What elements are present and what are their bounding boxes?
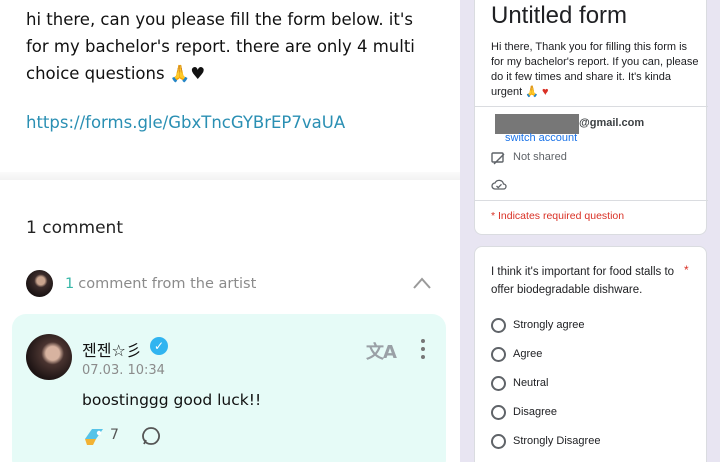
option-disagree[interactable]: Disagree xyxy=(491,404,691,422)
artist-comment-count: 1 xyxy=(65,276,75,292)
artist-comments-toggle[interactable]: 1 comment from the artist xyxy=(26,270,440,300)
comment-count: 1 comment xyxy=(26,218,123,238)
form-separator xyxy=(475,106,708,107)
switch-account-link[interactable]: switch account xyxy=(505,132,577,144)
section-divider xyxy=(0,172,460,180)
post-text: hi there, can you please fill the form b… xyxy=(26,10,415,83)
translate-icon[interactable]: 文A xyxy=(366,338,397,364)
boost-icon[interactable] xyxy=(82,425,106,447)
option-label: Strongly agree xyxy=(513,319,585,331)
reply-bubble-icon[interactable] xyxy=(140,425,162,447)
radio-button[interactable] xyxy=(491,405,506,420)
option-agree[interactable]: Agree xyxy=(491,346,691,364)
redacted-account-name xyxy=(495,114,579,134)
heart-emoji: ♥ xyxy=(542,86,549,98)
comment-date: 07.03. 10:34 xyxy=(82,363,165,378)
not-shared-icon xyxy=(491,152,505,165)
commenter-avatar[interactable] xyxy=(26,334,72,380)
form-description-text: Hi there, Thank you for filling this for… xyxy=(491,41,699,98)
verified-badge-icon: ✓ xyxy=(150,337,168,355)
comment-card: 젠젠☆彡 ✓ 07.03. 10:34 文A boostinggg good l… xyxy=(12,314,446,462)
option-strongly-disagree[interactable]: Strongly Disagree xyxy=(491,433,691,451)
not-shared-label: Not shared xyxy=(513,151,567,163)
commenter-name[interactable]: 젠젠☆彡 xyxy=(82,337,142,361)
artist-comment-text: comment from the artist xyxy=(78,276,257,292)
radio-button[interactable] xyxy=(491,376,506,391)
option-label: Agree xyxy=(513,348,543,360)
more-options-icon[interactable] xyxy=(420,339,426,361)
radio-button[interactable] xyxy=(491,434,506,449)
option-strongly-agree[interactable]: Strongly agree xyxy=(491,317,691,335)
option-label: Disagree xyxy=(513,406,558,418)
cloud-saved-icon xyxy=(491,179,507,190)
question-text: I think it's important for food stalls t… xyxy=(491,266,675,296)
boost-count: 7 xyxy=(110,427,119,443)
form-pane: Untitled form Hi there, Thank you for fi… xyxy=(460,0,720,462)
form-link[interactable]: https://forms.gle/GbxTncGYBrEP7vaUA xyxy=(26,113,345,132)
post-pane: hi there, can you please fill the form b… xyxy=(0,0,460,462)
option-label: Strongly Disagree xyxy=(513,435,601,447)
form-title: Untitled form xyxy=(491,2,628,29)
chevron-up-icon[interactable] xyxy=(412,276,432,290)
account-email: @gmail.com xyxy=(579,117,645,129)
form-description: Hi there, Thank you for filling this for… xyxy=(491,40,701,100)
question-card: I think it's important for food stalls t… xyxy=(474,246,707,462)
artist-comments-label: 1 comment from the artist xyxy=(65,276,256,292)
radio-button[interactable] xyxy=(491,318,506,333)
option-label: Neutral xyxy=(513,377,549,389)
option-neutral[interactable]: Neutral xyxy=(491,375,691,393)
artist-avatar xyxy=(26,270,53,297)
form-header-card: Untitled form Hi there, Thank you for fi… xyxy=(474,0,708,235)
form-separator xyxy=(475,200,708,201)
required-note: * Indicates required question xyxy=(491,210,625,222)
radio-button[interactable] xyxy=(491,347,506,362)
comment-text: boostinggg good luck!! xyxy=(82,391,262,409)
required-star: * xyxy=(684,263,689,277)
